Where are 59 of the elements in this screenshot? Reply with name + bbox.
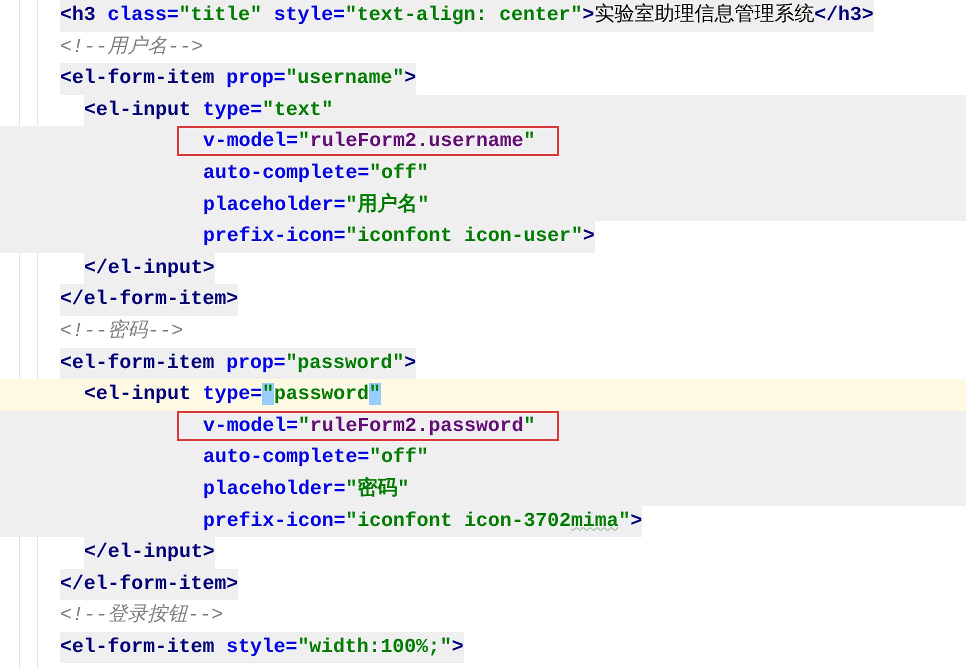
misspelled-word: mima: [571, 510, 618, 532]
heading-text: 实验室助理信息管理系统: [594, 4, 814, 26]
attribute-name: v-model=: [203, 130, 298, 152]
attribute-name: placeholder=: [203, 194, 346, 216]
tag-name: >: [404, 67, 416, 90]
tag-name: >: [582, 4, 594, 26]
attribute-value: "用户名": [345, 194, 430, 216]
tag-name: </el-form-item>: [60, 572, 238, 595]
attribute-name: prefix-icon=: [203, 225, 346, 248]
attribute-name: auto-complete=: [203, 162, 370, 184]
code-comment: <!--密码-->: [60, 320, 184, 342]
tag-name: </el-form-item>: [60, 288, 238, 310]
tag-name: <el-input: [84, 98, 191, 121]
attribute-value: "username": [286, 67, 404, 90]
attribute-value: "text-align: center": [344, 4, 582, 26]
binding-expression: ruleForm2.password: [310, 414, 524, 437]
attribute-name: class=: [108, 4, 179, 26]
attribute-name: auto-complete=: [203, 446, 370, 468]
attribute-name: style=: [226, 636, 298, 658]
code-comment: <!--用户名-->: [60, 36, 204, 58]
tag-name: >: [452, 636, 464, 658]
attribute-name: type=: [202, 98, 262, 121]
attribute-value: "iconfont icon-user": [345, 225, 583, 248]
attribute-value: "off": [369, 446, 429, 468]
attribute-name: style=: [274, 4, 345, 26]
code-comment: <!--登录按钮-->: [60, 604, 224, 626]
attribute-value: "password": [286, 352, 404, 374]
tag-name: <el-input: [84, 383, 191, 406]
attribute-value: "iconfont icon-3702: [345, 510, 571, 532]
attribute-value: "title": [178, 4, 262, 26]
tag-name: <el-form-item: [60, 636, 214, 658]
matched-quote: ": [368, 383, 381, 406]
attribute-value: ": [618, 510, 630, 532]
attribute-name: type=: [202, 383, 262, 406]
tag-name: </h3>: [814, 4, 874, 26]
attribute-name: placeholder=: [203, 478, 346, 500]
tag-name: <el-form-item: [60, 67, 214, 90]
attribute-value: "密码": [345, 478, 410, 500]
attribute-value: "width:100%;": [297, 636, 452, 658]
tag-name: </el-input>: [84, 541, 215, 564]
attribute-name: v-model=: [203, 414, 298, 437]
attribute-name: prop=: [226, 352, 286, 374]
matched-quote: ": [262, 383, 274, 406]
binding-expression: ruleForm2.username: [310, 130, 524, 152]
attribute-value: "text": [262, 98, 334, 121]
attribute-value: ": [524, 414, 536, 437]
attribute-value: password: [274, 383, 369, 406]
tag-name: >: [582, 225, 595, 248]
attribute-value: "off": [369, 162, 429, 184]
attribute-value: ": [298, 130, 310, 152]
attribute-value: ": [298, 414, 310, 437]
tag-name: >: [404, 352, 416, 374]
attribute-name: prefix-icon=: [203, 510, 346, 532]
tag-name: <el-form-item: [60, 352, 214, 374]
attribute-value: ": [524, 130, 536, 152]
tag-name: >: [630, 510, 642, 532]
tag-name: <h3: [60, 4, 96, 26]
tag-name: </el-input>: [84, 256, 215, 279]
attribute-name: prop=: [226, 67, 286, 90]
